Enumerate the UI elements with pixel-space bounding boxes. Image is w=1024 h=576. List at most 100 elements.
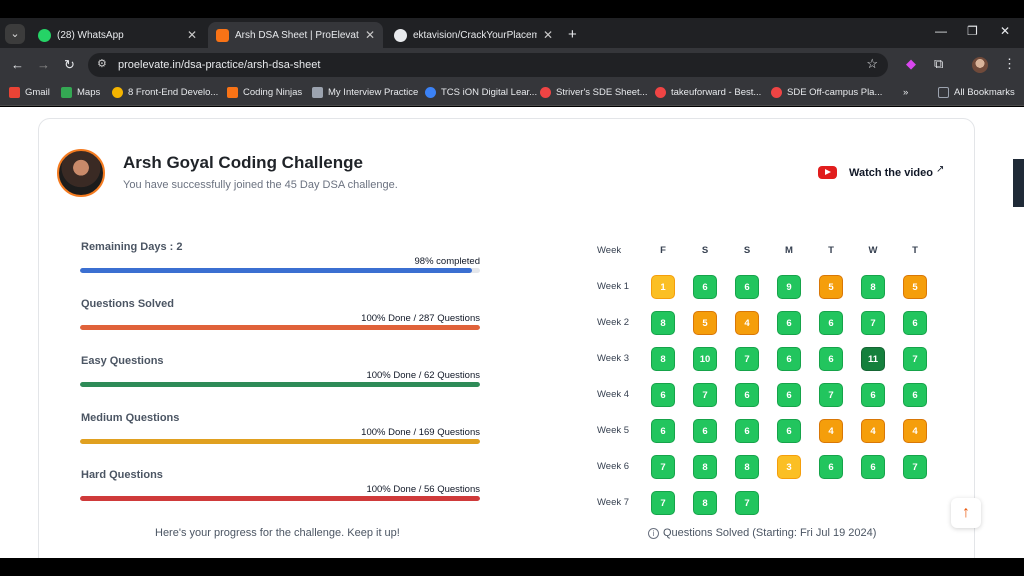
profile-avatar[interactable] (972, 57, 988, 73)
extension-icon[interactable]: ◆ (906, 56, 916, 72)
calendar-day-header: T (912, 245, 918, 256)
calendar-day-cell[interactable]: 5 (903, 275, 927, 299)
bookmark-coding-ninjas[interactable]: Coding Ninjas (227, 87, 302, 98)
calendar-day-cell[interactable]: 7 (861, 311, 885, 335)
close-icon[interactable]: ✕ (543, 28, 553, 42)
calendar-day-cell[interactable]: 4 (735, 311, 759, 335)
close-icon[interactable]: ✕ (365, 28, 375, 42)
external-link-icon[interactable]: ↗ (936, 164, 944, 175)
bookmark-takeuforward[interactable]: takeuforward - Best... (655, 87, 761, 98)
tab-whatsapp[interactable]: (28) WhatsApp ✕ (30, 22, 205, 48)
calendar-day-cell[interactable]: 8 (651, 311, 675, 335)
window-close-icon[interactable]: ✕ (1000, 24, 1010, 38)
menu-kebab-icon[interactable]: ⋮ (1003, 56, 1016, 72)
calendar-day-cell[interactable]: 6 (861, 455, 885, 479)
calendar-day-cell[interactable]: 1 (651, 275, 675, 299)
calendar-day-cell[interactable]: 6 (819, 347, 843, 371)
calendar-day-cell[interactable]: 7 (903, 347, 927, 371)
calendar-day-cell[interactable]: 5 (819, 275, 843, 299)
side-feedback-tab[interactable] (1013, 159, 1024, 207)
calendar-day-cell[interactable]: 8 (651, 347, 675, 371)
calendar-day-cell[interactable]: 8 (735, 455, 759, 479)
calendar-day-cell[interactable]: 9 (777, 275, 801, 299)
calendar-day-cell[interactable]: 7 (735, 491, 759, 515)
calendar-day-cell[interactable]: 11 (861, 347, 885, 371)
youtube-icon[interactable] (818, 166, 837, 179)
avatar (57, 149, 105, 197)
forward-icon[interactable]: → (37, 57, 50, 72)
calendar-day-header: F (660, 245, 666, 256)
calendar-day-cell[interactable]: 6 (651, 419, 675, 443)
calendar-day-cell[interactable]: 8 (693, 491, 717, 515)
progress-track (80, 325, 480, 330)
calendar-day-cell[interactable]: 6 (693, 419, 717, 443)
calendar-day-cell[interactable]: 3 (777, 455, 801, 479)
calendar-day-cell[interactable]: 6 (777, 311, 801, 335)
takeuforward-icon (771, 87, 782, 98)
calendar-day-cell[interactable]: 6 (651, 383, 675, 407)
calendar-day-cell[interactable]: 10 (693, 347, 717, 371)
calendar-day-cell[interactable]: 7 (693, 383, 717, 407)
minimize-icon[interactable]: — (935, 24, 947, 38)
calendar-day-cell[interactable]: 8 (693, 455, 717, 479)
watch-video-link[interactable]: Watch the video (849, 167, 933, 179)
extensions-puzzle-icon[interactable]: ⧉ (934, 56, 943, 72)
calendar-day-cell[interactable]: 4 (861, 419, 885, 443)
calendar-day-cell[interactable]: 6 (861, 383, 885, 407)
back-icon[interactable]: ← (11, 57, 24, 72)
calendar-footer-text: Questions Solved (Starting: Fri Jul 19 2… (663, 527, 877, 539)
bookmark-star-icon[interactable]: ☆ (866, 56, 878, 72)
folder-icon (938, 87, 949, 98)
bookmark-sde-offcampus[interactable]: SDE Off-campus Pla... (771, 87, 882, 98)
calendar-day-cell[interactable]: 6 (777, 347, 801, 371)
bookmark-interview-practice[interactable]: My Interview Practice (312, 87, 418, 98)
calendar-day-cell[interactable]: 7 (819, 383, 843, 407)
progress-value: 98% completed (414, 256, 480, 267)
calendar-day-cell[interactable]: 6 (735, 383, 759, 407)
calendar-day-header: W (868, 245, 878, 256)
tab-github[interactable]: ektavision/CrackYourPlacement ✕ (386, 22, 561, 48)
tcs-icon (425, 87, 436, 98)
calendar-day-cell[interactable]: 6 (735, 275, 759, 299)
calendar-day-cell[interactable]: 6 (819, 455, 843, 479)
calendar-day-header: S (743, 245, 751, 256)
close-icon[interactable]: ✕ (187, 28, 197, 42)
bookmark-label: TCS iON Digital Lear... (441, 87, 538, 98)
bookmark-maps[interactable]: Maps (61, 87, 100, 98)
scroll-to-top-button[interactable]: ↑ (951, 498, 981, 528)
calendar-day-cell[interactable]: 6 (819, 311, 843, 335)
tab-arsh-dsa-sheet[interactable]: Arsh DSA Sheet | ProElevate ✕ (208, 22, 383, 48)
calendar-day-cell[interactable]: 7 (735, 347, 759, 371)
address-bar[interactable]: ⚙ proelevate.in/dsa-practice/arsh-dsa-sh… (88, 53, 888, 77)
calendar-day-cell[interactable]: 6 (903, 383, 927, 407)
progress-value: 100% Done / 287 Questions (361, 313, 480, 324)
progress-label: Easy Questions (81, 355, 164, 367)
bookmark-gmail[interactable]: Gmail (9, 87, 50, 98)
bookmarks-overflow-button[interactable]: » (903, 87, 908, 98)
calendar-day-cell[interactable]: 7 (651, 491, 675, 515)
bookmark-label: Maps (77, 87, 101, 98)
calendar-day-cell[interactable]: 6 (903, 311, 927, 335)
calendar-day-cell[interactable]: 6 (777, 383, 801, 407)
bookmark-label: My Interview Practice (328, 87, 419, 98)
calendar-day-cell[interactable]: 7 (903, 455, 927, 479)
calendar-day-cell[interactable]: 6 (735, 419, 759, 443)
progress-label: Hard Questions (81, 469, 163, 481)
bookmark-frontend[interactable]: 8 Front-End Develo... (112, 87, 218, 98)
all-bookmarks-button[interactable]: All Bookmarks (938, 87, 1015, 98)
calendar-day-cell[interactable]: 8 (861, 275, 885, 299)
restore-icon[interactable]: ❐ (967, 24, 978, 38)
calendar-day-cell[interactable]: 7 (651, 455, 675, 479)
calendar-day-cell[interactable]: 6 (777, 419, 801, 443)
calendar-day-cell[interactable]: 4 (903, 419, 927, 443)
calendar-day-cell[interactable]: 6 (693, 275, 717, 299)
reload-icon[interactable]: ↻ (64, 57, 75, 73)
new-tab-icon[interactable]: + (568, 26, 577, 43)
calendar-day-cell[interactable]: 5 (693, 311, 717, 335)
tab-search-button[interactable]: ⌄ (5, 24, 25, 44)
progress-value: 100% Done / 169 Questions (361, 427, 480, 438)
site-info-icon[interactable]: ⚙ (97, 57, 107, 70)
bookmark-striver[interactable]: Striver's SDE Sheet... (540, 87, 648, 98)
bookmark-tcs-ion[interactable]: TCS iON Digital Lear... (425, 87, 537, 98)
calendar-day-cell[interactable]: 4 (819, 419, 843, 443)
